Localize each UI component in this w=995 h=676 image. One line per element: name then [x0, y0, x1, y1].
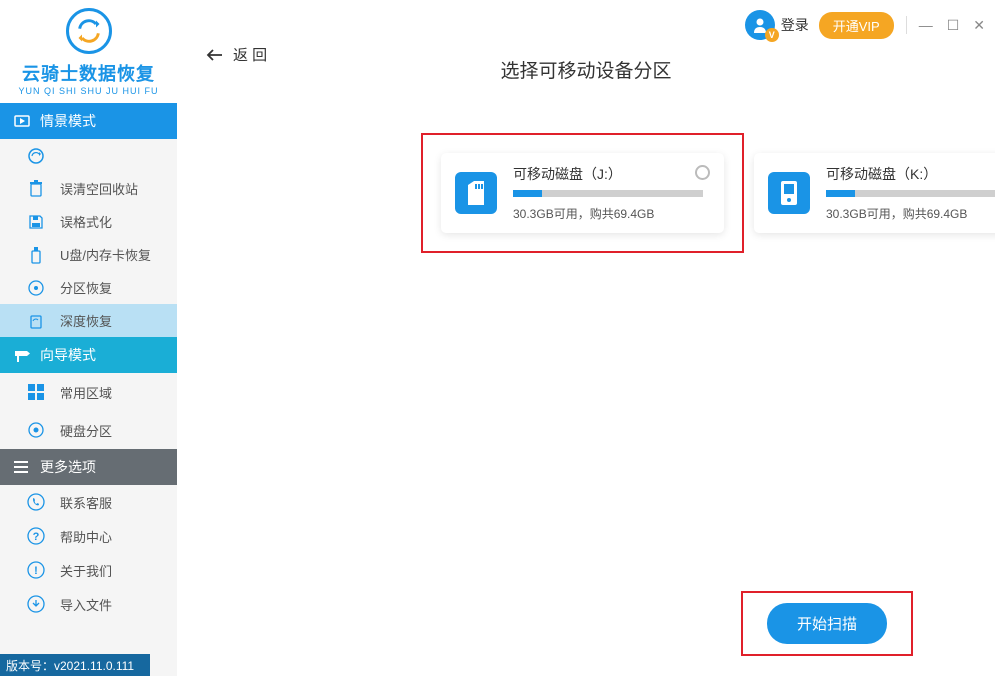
usage-bar-fill	[513, 190, 542, 197]
usb-icon	[26, 245, 46, 265]
sd-card-icon	[455, 172, 497, 214]
user-block[interactable]: V 登录	[745, 10, 809, 40]
svg-text:!: !	[34, 565, 38, 577]
hdd-icon	[768, 172, 810, 214]
partition-info: 30.3GB可用，购共69.4GB	[826, 205, 995, 222]
sidebar-item-label: 关于我们	[60, 561, 112, 580]
highlight-frame: 可移动磁盘（J:） 30.3GB可用，购共69.4GB	[421, 133, 744, 253]
sidebar-item-label: 常用区域	[60, 383, 112, 402]
avatar-icon: V	[745, 10, 775, 40]
topbar: V 登录 开通VIP — ☐ ✕	[745, 10, 985, 40]
logo-title: 云骑士数据恢复	[22, 60, 155, 86]
usage-bar	[513, 190, 703, 197]
partition-title: 可移动磁盘（K:）	[826, 164, 995, 184]
vip-badge: V	[765, 28, 779, 42]
radio-unselected[interactable]	[695, 165, 710, 180]
section-guide-label: 向导模式	[40, 345, 96, 365]
hamburger-icon	[14, 459, 30, 475]
minimize-button[interactable]: —	[919, 17, 933, 34]
section-scene-label: 情景模式	[40, 111, 96, 131]
sidebar-item-disk-partition[interactable]: 硬盘分区	[0, 411, 177, 449]
back-label: 返 回	[233, 44, 267, 65]
deep-scan-icon	[26, 311, 46, 331]
sidebar: 云骑士数据恢复 YUN QI SHI SHU JU HUI FU 情景模式 误清…	[0, 0, 177, 676]
scene-icon	[14, 113, 30, 129]
vip-button[interactable]: 开通VIP	[819, 12, 894, 39]
sidebar-item-import-file[interactable]: 导入文件	[0, 587, 177, 621]
phone-icon	[26, 492, 46, 512]
sidebar-item-label: U盘/内存卡恢复	[60, 245, 151, 264]
sidebar-item-help-center[interactable]: ? 帮助中心	[0, 519, 177, 553]
sidebar-item-contact-support[interactable]: 联系客服	[0, 485, 177, 519]
usage-bar-fill	[826, 190, 855, 197]
main-content: V 登录 开通VIP — ☐ ✕ 返 回 选择可移动设备分区 可移动磁盘（J:）	[177, 0, 995, 676]
sidebar-item-deep-recovery[interactable]: 深度恢复	[0, 304, 177, 337]
login-text: 登录	[781, 15, 809, 35]
maximize-button[interactable]: ☐	[947, 17, 960, 34]
sidebar-item-label: 误清空回收站	[60, 179, 138, 198]
sidebar-item-usb-recovery[interactable]: U盘/内存卡恢复	[0, 238, 177, 271]
sidebar-item-label: 硬盘分区	[60, 421, 112, 440]
windows-icon	[26, 382, 46, 402]
section-guide-mode: 向导模式	[0, 337, 177, 373]
sidebar-item-format[interactable]: 误格式化	[0, 205, 177, 238]
logo-subtitle: YUN QI SHI SHU JU HUI FU	[18, 86, 158, 96]
section-more-options: 更多选项	[0, 449, 177, 485]
partition-info: 30.3GB可用，购共69.4GB	[513, 205, 710, 222]
recycle-bin-icon	[26, 179, 46, 199]
page-title: 选择可移动设备分区	[500, 56, 671, 83]
sidebar-item-partition-recovery[interactable]: 分区恢复	[0, 271, 177, 304]
sidebar-item-recycle-bin[interactable]: 误清空回收站	[0, 172, 177, 205]
scan-highlight-frame: 开始扫描	[741, 591, 913, 656]
sidebar-item-label: 帮助中心	[60, 527, 112, 546]
refresh-icon	[26, 146, 46, 166]
signpost-icon	[14, 347, 30, 363]
window-controls: — ☐ ✕	[919, 17, 985, 34]
harddisk-icon	[26, 420, 46, 440]
partition-title: 可移动磁盘（J:）	[513, 164, 710, 184]
partition-cards: 可移动磁盘（J:） 30.3GB可用，购共69.4GB 可移动磁盘（K:） 30…	[441, 153, 995, 233]
divider	[906, 16, 907, 34]
card-body: 可移动磁盘（K:） 30.3GB可用，购共69.4GB	[826, 164, 995, 222]
sidebar-item-label: 分区恢复	[60, 278, 112, 297]
partition-card-k[interactable]: 可移动磁盘（K:） 30.3GB可用，购共69.4GB	[754, 153, 995, 233]
logo-icon	[66, 8, 112, 54]
close-button[interactable]: ✕	[973, 17, 985, 34]
sidebar-item-common-area[interactable]: 常用区域	[0, 373, 177, 411]
import-icon	[26, 594, 46, 614]
sidebar-item-refresh[interactable]	[0, 139, 177, 172]
back-button[interactable]: 返 回	[205, 44, 267, 65]
info-icon: !	[26, 560, 46, 580]
section-scene-mode: 情景模式	[0, 103, 177, 139]
usage-bar	[826, 190, 995, 197]
svg-text:?: ?	[33, 531, 40, 543]
partition-card-j[interactable]: 可移动磁盘（J:） 30.3GB可用，购共69.4GB	[441, 153, 724, 233]
logo-area: 云骑士数据恢复 YUN QI SHI SHU JU HUI FU	[0, 0, 177, 103]
help-icon: ?	[26, 526, 46, 546]
version-bar: 版本号：v2021.11.0.111	[0, 654, 150, 676]
sidebar-item-about-us[interactable]: ! 关于我们	[0, 553, 177, 587]
arrow-left-icon	[205, 48, 223, 62]
start-scan-button[interactable]: 开始扫描	[767, 603, 887, 644]
sidebar-item-label: 误格式化	[60, 212, 112, 231]
save-disk-icon	[26, 212, 46, 232]
section-more-label: 更多选项	[40, 457, 96, 477]
sidebar-item-label: 联系客服	[60, 493, 112, 512]
partition-icon	[26, 278, 46, 298]
card-body: 可移动磁盘（J:） 30.3GB可用，购共69.4GB	[513, 164, 710, 222]
sidebar-item-label: 导入文件	[60, 595, 112, 614]
sidebar-item-label: 深度恢复	[60, 311, 112, 330]
